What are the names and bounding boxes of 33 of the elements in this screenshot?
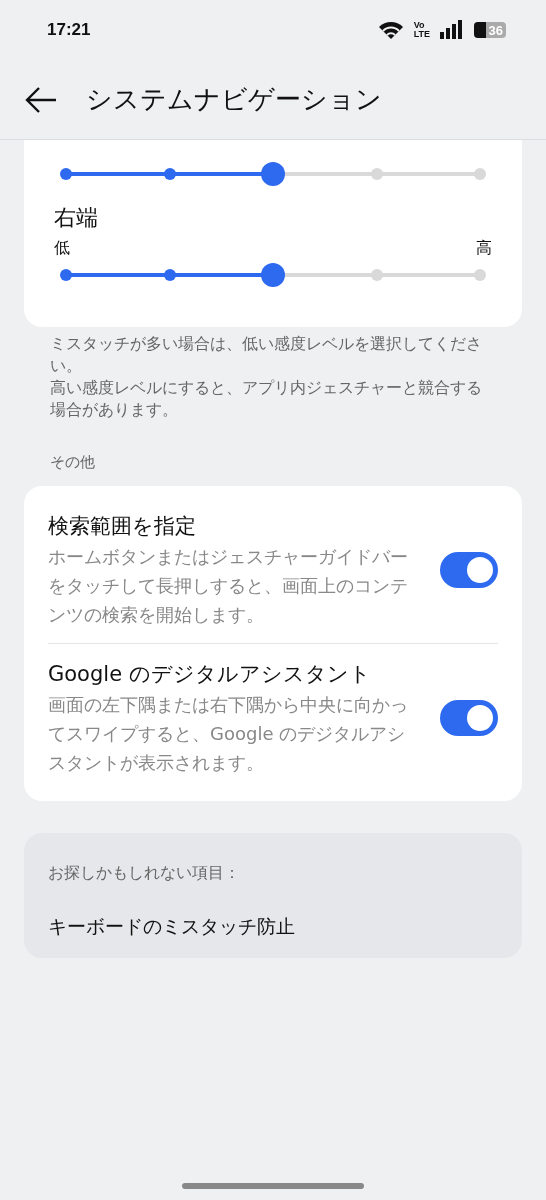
back-arrow-icon <box>24 85 58 114</box>
signal-icon <box>440 20 464 40</box>
step-dot <box>474 168 486 180</box>
slider-thumb[interactable] <box>261 162 285 186</box>
page-title: システムナビゲーション <box>86 83 382 116</box>
step-dot <box>60 269 72 281</box>
back-button[interactable] <box>24 85 58 114</box>
suggestion-heading: お探しかもしれない項目： <box>48 863 241 884</box>
volte-label: LTE <box>413 30 430 39</box>
low-label: 低 <box>54 238 70 259</box>
toggle-switch[interactable] <box>440 551 498 588</box>
suggestion-link[interactable]: キーボードのミスタッチ防止 <box>48 914 498 940</box>
step-dot <box>163 168 176 180</box>
battery-level: 36 <box>488 22 503 38</box>
step-dot <box>163 269 176 281</box>
step-dot <box>370 269 383 281</box>
high-label: 高 <box>476 238 492 259</box>
setting-title: Google のデジタルアシスタント <box>48 661 372 688</box>
section-heading: その他 <box>49 452 96 473</box>
step-dot <box>370 168 383 180</box>
slider-thumb[interactable] <box>261 263 285 287</box>
hint-text: 高い感度レベルにすると、アプリ内ジェスチャーと競合する場合があります。 <box>50 378 482 421</box>
volte-label: Vo <box>413 21 426 30</box>
toggle-switch[interactable] <box>440 699 498 736</box>
setting-description: ホームボタンまたはジェスチャーガイドバーをタッチして長押しすると、画面上のコンテンツの検索を開始します。 <box>48 545 409 627</box>
wifi-icon <box>377 20 404 40</box>
step-dot <box>60 168 72 180</box>
slider-label: 右端 <box>54 204 99 232</box>
hint-text: ミスタッチが多い場合は、低い感度レベルを選択してください。 <box>50 334 482 377</box>
clock-time: 17:21 <box>47 20 91 40</box>
setting-title: 検索範囲を指定 <box>48 513 197 540</box>
setting-description: 画面の左下隅または右下隅から中央に向かってスワイプすると、Google のデジタルアシスタントが表示されます。 <box>48 693 409 775</box>
step-dot <box>474 269 486 281</box>
